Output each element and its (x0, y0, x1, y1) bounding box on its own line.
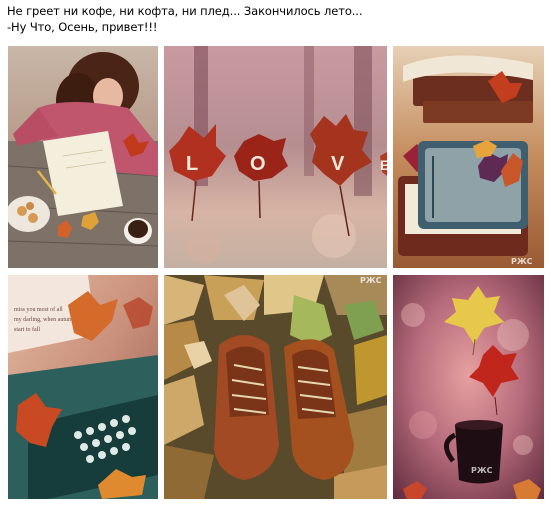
leaf-letter-e: E (380, 157, 387, 173)
photo-love-leaves[interactable]: L O V E (164, 46, 387, 268)
watermark: РЖС (360, 276, 382, 285)
watermark: РЖС (471, 466, 493, 475)
post-text: Не греет ни кофе, ни кофта, ни плед... З… (7, 3, 363, 35)
photo-typewriter[interactable]: miss you most of all my darling, when au… (8, 275, 158, 499)
watermark: РЖС (511, 257, 533, 266)
photo-cup-leaves[interactable]: РЖС (393, 275, 544, 499)
paper-line-3: start to fall (14, 326, 40, 333)
photo-girl-writing[interactable] (8, 46, 158, 268)
post-line-1: Не греет ни кофе, ни кофта, ни плед... З… (7, 4, 363, 18)
photo-books-leaves[interactable]: РЖС (393, 46, 544, 268)
photo-shoes-leaves[interactable]: РЖС (164, 275, 387, 499)
post-line-2: -Ну Что, Осень, привет!!! (7, 20, 158, 34)
leaf-letter-l: L (186, 153, 198, 175)
paper-line-1: miss you most of all (14, 306, 63, 313)
leaf-letter-o: O (250, 153, 266, 175)
leaf-letter-v: V (331, 153, 345, 175)
